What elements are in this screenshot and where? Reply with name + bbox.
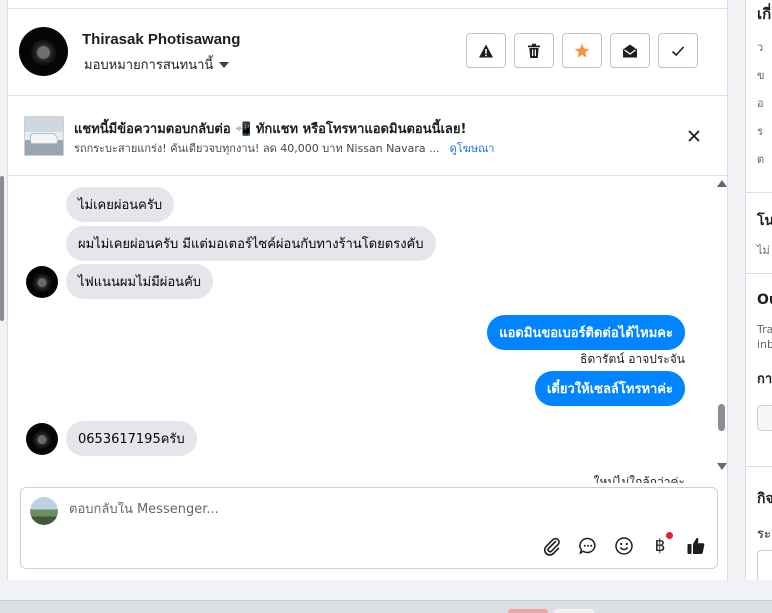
scroll-up-arrow-icon[interactable] bbox=[717, 180, 727, 187]
divider bbox=[746, 273, 772, 274]
star-button[interactable] bbox=[562, 33, 602, 68]
ad-description: รถกระบะสายแกร่ง! คันเดียวจบทุกงาน! ลด 40… bbox=[74, 142, 440, 155]
contact-name[interactable]: Thirasak Photisawang bbox=[82, 31, 240, 48]
outgoing-message[interactable]: เดี๋ยวให้เซลล์โทรหาค่ะ bbox=[534, 371, 685, 406]
notes-section-title: โน bbox=[757, 213, 772, 229]
divider bbox=[746, 192, 772, 193]
star-icon bbox=[574, 43, 590, 57]
section-description: inb bbox=[757, 338, 772, 351]
assign-conversation-dropdown[interactable]: มอบหมายการสนทนานี้ bbox=[84, 54, 230, 75]
ad-thumbnail[interactable] bbox=[24, 116, 64, 156]
smiley-icon bbox=[615, 537, 633, 555]
caret-down-icon bbox=[219, 61, 230, 68]
baht-icon: ฿ bbox=[654, 536, 666, 556]
incoming-message[interactable]: ผมไม่เคยผ่อนครับ มีแต่มอเตอร์ไซค์ผ่อนกับ… bbox=[66, 226, 436, 261]
mark-done-button[interactable] bbox=[658, 33, 698, 68]
section-description: Tra bbox=[757, 323, 772, 336]
section-title: Ou bbox=[757, 292, 772, 308]
warning-icon bbox=[479, 44, 493, 57]
close-ad-banner-button[interactable] bbox=[684, 126, 704, 146]
notification-dot bbox=[666, 532, 673, 539]
ad-description-row: รถกระบะสายแกร่ง! คันเดียวจบทุกงาน! ลด 40… bbox=[74, 139, 494, 157]
thumbs-up-icon bbox=[687, 537, 705, 554]
composer-toolbar: ฿ bbox=[541, 532, 707, 557]
view-ad-link[interactable]: ดูโฆษณา bbox=[450, 142, 495, 155]
emoji-button[interactable] bbox=[613, 535, 635, 557]
detail-row: ข bbox=[757, 69, 765, 82]
detail-row: ร bbox=[757, 125, 763, 138]
ad-context-banner: แชทนี้มีข้อความตอบกลับต่อ 📲 ทักแชท หรือโ… bbox=[8, 96, 729, 176]
taskbar-item[interactable] bbox=[508, 609, 548, 613]
conversation-header: Thirasak Photisawang มอบหมายการสนทนานี้ bbox=[8, 8, 729, 96]
saved-replies-button[interactable] bbox=[577, 535, 599, 557]
incoming-message[interactable]: ไม่เคยผ่อนครับ bbox=[66, 187, 175, 222]
attach-file-button[interactable] bbox=[541, 535, 563, 557]
details-panel-title: เกี่ bbox=[757, 5, 772, 23]
taskbar-item[interactable] bbox=[554, 609, 594, 613]
notes-section-subtitle: ไม่ bbox=[757, 244, 770, 257]
field-label: ระ bbox=[757, 527, 771, 542]
left-scrollbar-thumb[interactable] bbox=[0, 176, 4, 321]
message-composer: ฿ bbox=[20, 487, 718, 569]
scroll-down-arrow-icon[interactable] bbox=[717, 463, 727, 470]
reply-input[interactable] bbox=[69, 502, 669, 517]
chat-bubble-icon bbox=[579, 537, 596, 555]
activity-section-title: กิจ bbox=[757, 491, 772, 507]
assign-label: มอบหมายการสนทนานี้ bbox=[84, 58, 214, 73]
mark-unread-button[interactable] bbox=[610, 33, 650, 68]
detail-row: ต bbox=[757, 153, 765, 166]
report-spam-button[interactable] bbox=[466, 33, 506, 68]
paperclip-icon bbox=[543, 537, 560, 556]
contact-avatar[interactable] bbox=[19, 27, 68, 76]
sender-tag: ธิดารัตน์ อาจประจัน bbox=[580, 352, 685, 366]
message-thread: ไม่เคยผ่อนครับ ผมไม่เคยผ่อนครับ มีแต่มอเ… bbox=[8, 177, 729, 483]
detail-row: ว bbox=[757, 41, 764, 54]
payment-button[interactable]: ฿ bbox=[649, 532, 673, 557]
contact-details-panel: เกี่ ว ข อ ร ต โน ไม่ Ou Tra inb กา กิจ … bbox=[745, 0, 772, 580]
incoming-message[interactable]: 0653617195ครับ bbox=[66, 421, 197, 456]
field-input[interactable] bbox=[757, 405, 772, 431]
trash-icon bbox=[528, 43, 540, 58]
truncated-message: ใหม่ไม่ใกล้กว่าค่ะ bbox=[593, 475, 685, 483]
field-label: กา bbox=[757, 372, 772, 387]
os-taskbar bbox=[0, 600, 772, 613]
contact-avatar-small bbox=[26, 423, 58, 455]
check-icon bbox=[671, 45, 685, 56]
close-icon bbox=[688, 130, 700, 142]
outgoing-message[interactable]: แอดมินขอเบอร์ติดต่อได้ไหมคะ bbox=[487, 315, 685, 350]
envelope-open-icon bbox=[623, 44, 637, 57]
page-avatar bbox=[30, 497, 58, 525]
header-actions bbox=[466, 33, 698, 68]
divider bbox=[746, 466, 772, 467]
detail-row: อ bbox=[757, 97, 764, 110]
incoming-message[interactable]: ไฟแนนผมไม่มีผ่อนคับ bbox=[66, 264, 214, 299]
thread-scrollbar-thumb[interactable] bbox=[718, 404, 725, 431]
contact-avatar-small bbox=[26, 266, 58, 298]
ad-title: แชทนี้มีข้อความตอบกลับต่อ 📲 ทักแชท หรือโ… bbox=[74, 122, 467, 137]
send-like-button[interactable] bbox=[685, 535, 707, 557]
chat-panel: Thirasak Photisawang มอบหมายการสนทนานี้ bbox=[7, 0, 729, 580]
field-input[interactable] bbox=[757, 550, 772, 580]
delete-button[interactable] bbox=[514, 33, 554, 68]
